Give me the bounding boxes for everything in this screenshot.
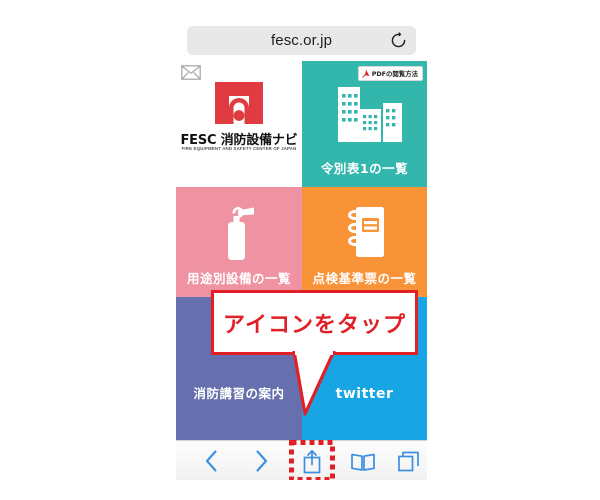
envelope-icon[interactable] [181,65,201,80]
tile-label-equipment: 用途別設備の一覧 [186,271,291,286]
pdf-help-badge[interactable]: PDFの閲覧方法 [357,66,423,81]
bookmarks-icon [351,453,375,471]
fire-extinguisher-icon [228,207,254,260]
logo-subtitle: FIRE EQUIPMENT AND SAFETY CENTER OF JAPA… [181,146,297,151]
bookmarks-button[interactable] [342,441,384,480]
tile-label-inspection: 点検基準票の一覧 [312,271,417,286]
phone-screen: fesc.or.jp FESC 消防設備ナビ FIRE EQUIPMENT AN… [176,20,427,480]
url-text: fesc.or.jp [270,32,333,49]
tabs-button[interactable] [388,441,427,480]
tile-inspection-list[interactable]: 点検基準票の一覧 [302,187,427,297]
tile-logo[interactable]: FESC 消防設備ナビ FIRE EQUIPMENT AND SAFETY CE… [176,61,302,187]
tile-label-training: 消防講習の案内 [193,386,285,401]
tile-equipment-list[interactable]: 用途別設備の一覧 [176,187,302,297]
tile-reihyo-list[interactable]: PDFの閲覧方法 令別表1の一覧 [302,61,427,187]
chevron-right-icon [255,450,267,472]
tabs-icon [397,451,419,471]
callout-balloon: アイコンをタップ [211,290,418,355]
browser-chrome: fesc.or.jp [176,20,427,61]
notebook-icon [348,207,384,257]
url-bar[interactable]: fesc.or.jp [187,26,416,55]
adobe-pdf-icon [361,69,370,78]
chevron-left-icon [205,450,217,472]
reload-icon[interactable] [389,31,408,50]
share-highlight-box [289,440,335,480]
callout-tail [292,351,336,416]
fesc-logo-mark [215,82,263,124]
pdf-help-label: PDFの閲覧方法 [371,70,418,78]
callout-text: アイコンをタップ [223,312,406,338]
forward-button[interactable] [240,441,282,480]
buildings-icon [338,87,402,142]
tile-label-reihyo: 令別表1の一覧 [320,161,409,176]
back-button[interactable] [190,441,232,480]
